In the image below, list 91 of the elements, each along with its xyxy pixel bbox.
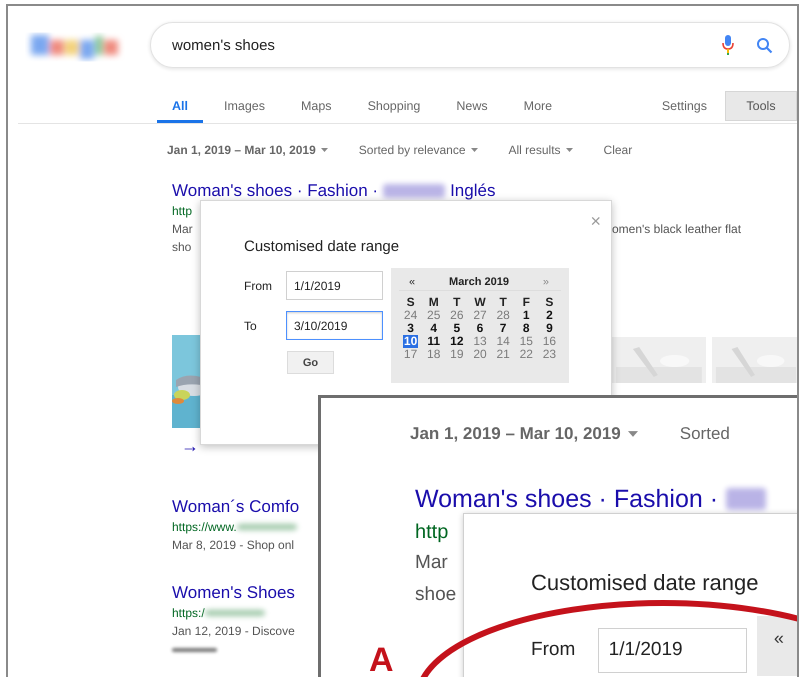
calendar-day[interactable]: 20 — [472, 348, 488, 361]
weekday-label: S — [544, 296, 554, 309]
calendar-day[interactable]: 23 — [542, 348, 558, 361]
calendar-day[interactable]: 12 — [449, 335, 465, 348]
filter-menu[interactable]: Jan 1, 2019 – Mar 10, 2019 — [167, 143, 328, 157]
calendar-day[interactable]: 8 — [522, 322, 531, 335]
blurred-text — [236, 524, 297, 530]
result-snippet: shoe — [415, 583, 456, 607]
result-title[interactable]: Woman's shoes · Fashion · — [172, 180, 378, 202]
calendar-day[interactable]: 15 — [518, 335, 534, 348]
calendar-day[interactable]: 10 — [402, 335, 418, 348]
result-title[interactable]: Inglés — [450, 180, 496, 202]
calendar-day[interactable]: 21 — [495, 348, 511, 361]
weekday-label: F — [522, 296, 531, 309]
search-tab[interactable]: Maps — [286, 88, 347, 123]
tools-button[interactable]: Tools — [725, 90, 797, 120]
dialog-title: Customised date range — [531, 569, 760, 597]
calendar-day[interactable]: 2 — [545, 309, 554, 322]
search-icon[interactable] — [756, 36, 773, 54]
calendar-day[interactable]: 7 — [498, 322, 508, 335]
calendar-day[interactable]: 3 — [406, 322, 415, 335]
calendar-day[interactable]: 6 — [476, 322, 484, 335]
previous-month-button[interactable]: « — [409, 276, 416, 288]
calendar-day[interactable]: 4 — [429, 322, 438, 335]
weekday-label: T — [498, 296, 508, 309]
calendar-day[interactable]: 28 — [495, 309, 511, 322]
caret-icon — [320, 148, 328, 152]
month-title: March 2019 — [449, 276, 509, 288]
go-button[interactable]: Go — [287, 351, 334, 374]
result-title[interactable]: Woman's shoes · Fashion · — [415, 484, 718, 514]
annotation-label: A — [369, 644, 394, 676]
blurred-text — [204, 610, 265, 616]
calendar-day[interactable]: 5 — [452, 322, 462, 335]
search-field[interactable]: women's shoes — [150, 22, 790, 68]
result-title[interactable]: Woman´s Comfo — [172, 496, 300, 518]
next-month-button[interactable]: » — [542, 276, 549, 288]
microphone-icon[interactable] — [722, 35, 734, 55]
result-snippet: omen's black leather flat — [612, 221, 742, 238]
filter-menu[interactable]: Jan 1, 2019 – Mar 10, 2019 — [410, 424, 638, 444]
search-tab[interactable]: News — [441, 88, 503, 123]
weekday-label: T — [452, 296, 462, 309]
caret-icon — [470, 148, 478, 152]
calendar-day[interactable]: 24 — [402, 309, 418, 322]
weekday-label: M — [428, 296, 440, 309]
filter-menu[interactable]: Sorted by relevance — [358, 143, 478, 157]
caret-icon — [566, 148, 573, 152]
calendar-day[interactable]: 16 — [542, 335, 558, 348]
date-field[interactable]: 3/10/2019 — [286, 311, 383, 340]
dialog-title: Customised date range — [244, 238, 400, 256]
calendar-day[interactable]: 26 — [449, 309, 465, 322]
result-title[interactable]: Women's Shoes — [172, 582, 295, 604]
weekday-label: S — [406, 296, 416, 309]
blurred-text — [383, 184, 446, 198]
result-url: http — [415, 520, 450, 545]
calendar-day[interactable]: 13 — [472, 335, 488, 348]
result-snippet: Jan 12, 2019 - Discove — [172, 624, 295, 638]
blurred-text — [172, 648, 217, 652]
blurred-text — [726, 488, 766, 510]
calendar-day[interactable]: 9 — [545, 322, 554, 335]
field-label: To — [244, 318, 258, 332]
result-snippet: Mar — [172, 222, 193, 236]
filter-menu[interactable]: All results — [508, 143, 573, 157]
date-field[interactable]: 1/1/2019 — [286, 271, 383, 300]
calendar-day[interactable]: 17 — [402, 348, 418, 361]
calendar-day[interactable]: 19 — [449, 348, 465, 361]
date-field[interactable]: 1/1/2019 — [598, 628, 747, 672]
search-tab[interactable]: Images — [208, 88, 280, 123]
search-tab[interactable]: All — [157, 88, 203, 123]
search-tab[interactable]: More — [508, 88, 568, 123]
calendar-day[interactable]: 27 — [472, 309, 488, 322]
calendar-day[interactable]: 22 — [518, 348, 534, 361]
weekday-label: W — [473, 296, 487, 309]
result-snippet: Mar 8, 2019 - Shop onl — [172, 538, 294, 552]
field-label: From — [244, 278, 273, 292]
calendar-day[interactable]: 25 — [426, 309, 442, 322]
calendar-day[interactable]: 18 — [426, 348, 442, 361]
filter-menu[interactable]: Clear — [604, 143, 632, 157]
result-snippet: Mar — [415, 551, 448, 575]
search-tab[interactable]: Shopping — [352, 88, 436, 123]
calendar-day[interactable]: 1 — [522, 309, 531, 322]
filter-menu[interactable]: Sorted — [680, 424, 730, 444]
result-snippet: sho — [172, 240, 192, 254]
calendar-day[interactable]: 14 — [495, 335, 511, 348]
calendar-day[interactable]: 11 — [426, 335, 442, 348]
result-url: https:/ — [172, 605, 205, 622]
result-url: https://www. — [172, 519, 237, 536]
field-label: From — [531, 639, 576, 661]
result-url: http — [172, 203, 192, 220]
settings-link[interactable]: Settings — [654, 88, 715, 123]
caret-icon — [628, 431, 638, 437]
previous-month-button[interactable]: « — [774, 628, 784, 648]
